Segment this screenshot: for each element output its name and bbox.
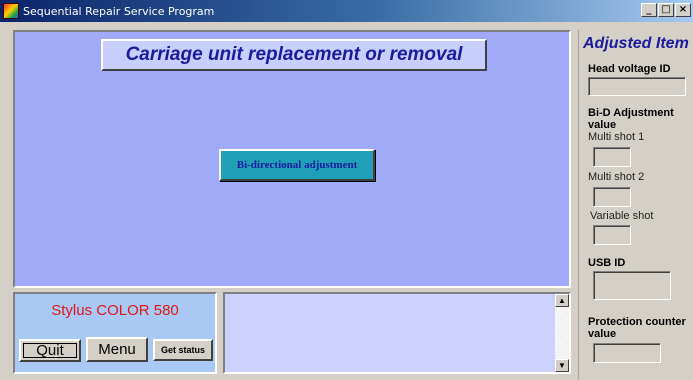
variable-shot-field[interactable] (593, 225, 631, 245)
bid-adjustment-label-value: value (588, 119, 617, 131)
multi-shot-2-field[interactable] (593, 187, 631, 207)
protection-counter-field[interactable] (593, 343, 661, 363)
window-title: Sequential Repair Service Program (23, 4, 215, 18)
printer-status-panel: Stylus COLOR 580 Quit Menu Get status (13, 292, 217, 374)
head-voltage-label: Head voltage ID (588, 63, 671, 75)
menu-button[interactable]: Menu (86, 337, 148, 362)
get-status-button[interactable]: Get status (153, 339, 213, 361)
title-bar[interactable]: Sequential Repair Service Program _ □ × (0, 0, 693, 22)
printer-model-name: Stylus COLOR 580 (51, 302, 179, 319)
quit-button[interactable]: Quit (19, 339, 81, 362)
protection-counter-label-value: value (588, 328, 617, 340)
scroll-up-icon[interactable]: ▲ (555, 294, 569, 307)
protection-counter-label: Protection counter (588, 316, 686, 328)
usb-id-field[interactable] (593, 271, 671, 300)
close-button[interactable]: × (675, 3, 691, 17)
app-icon (3, 3, 19, 19)
bi-directional-adjustment-button[interactable]: Bi-directional adjustment (219, 149, 375, 181)
head-voltage-field[interactable] (588, 77, 686, 96)
bid-adjustment-label: Bi-D Adjustment (588, 107, 674, 119)
adjusted-item-panel: Adjusted Item Head voltage ID Bi-D Adjus… (578, 30, 693, 380)
minimize-button[interactable]: _ (641, 3, 657, 17)
variable-shot-label: Variable shot (590, 210, 654, 222)
message-log[interactable]: ▲ ▼ (223, 292, 571, 374)
procedure-heading: Carriage unit replacement or removal (101, 39, 487, 71)
log-scrollbar[interactable]: ▲ ▼ (555, 294, 569, 372)
maximize-button[interactable]: □ (658, 3, 674, 17)
scroll-down-icon[interactable]: ▼ (555, 359, 569, 372)
adjusted-item-title: Adjusted Item (583, 35, 689, 52)
usb-id-label: USB ID (588, 257, 626, 269)
multi-shot-1-field[interactable] (593, 147, 631, 167)
main-panel: Carriage unit replacement or removal Bi-… (13, 30, 571, 288)
multi-shot-1-label: Multi shot 1 (588, 131, 645, 143)
multi-shot-2-label: Multi shot 2 (588, 171, 645, 183)
window-controls: _ □ × (641, 3, 691, 17)
